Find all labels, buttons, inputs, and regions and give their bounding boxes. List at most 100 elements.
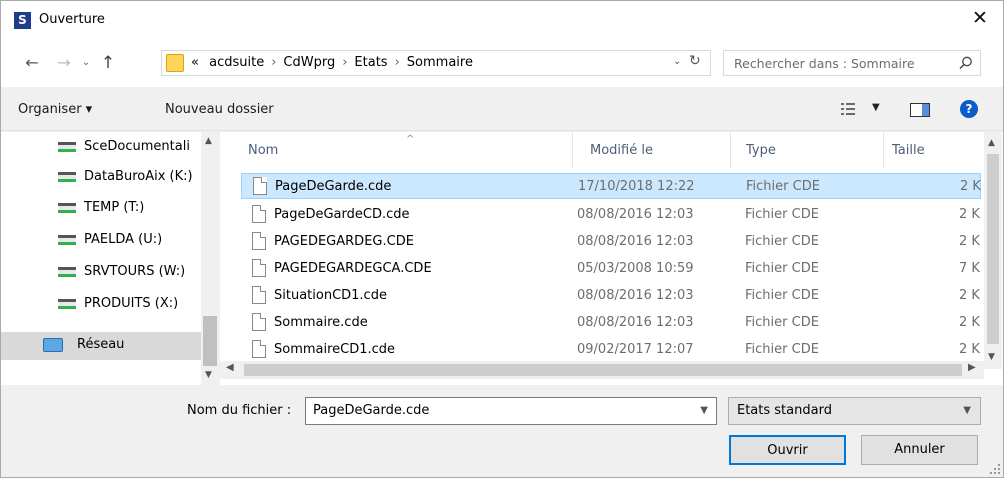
recent-locations-chevron-icon[interactable]: ⌄ (79, 53, 93, 73)
scroll-left-arrow-icon[interactable]: ◀ (226, 362, 234, 373)
file-type: Fichier CDE (745, 315, 819, 330)
chevron-down-icon[interactable]: ▼ (700, 405, 708, 416)
chevron-right-icon[interactable]: › (395, 55, 400, 70)
breadcrumb-overflow[interactable]: « (191, 55, 199, 70)
network-drive-icon (58, 267, 76, 277)
new-folder-button[interactable]: Nouveau dossier (165, 102, 274, 117)
sort-ascending-icon: ^ (406, 134, 415, 145)
filename-value: PageDeGarde.cde (313, 403, 430, 418)
column-divider (730, 132, 731, 168)
file-list-vertical-scrollbar[interactable]: ▲ ▼ (984, 132, 1002, 369)
file-name: PageDeGardeCD.cde (274, 207, 410, 222)
sidebar-item-databuroaix[interactable]: DataBuroAix (K:) (1, 164, 201, 192)
column-header-size[interactable]: Taille (892, 143, 925, 158)
column-header-row: ^ Nom Modifié le Type Taille (220, 132, 1003, 168)
sidebar-item-scedocumentali[interactable]: SceDocumentali (1, 134, 201, 162)
view-dropdown-icon[interactable]: ▼ (872, 102, 880, 113)
search-input[interactable]: Rechercher dans : Sommaire (723, 50, 981, 76)
filetype-value: Etats standard (737, 403, 832, 418)
forward-arrow-icon[interactable]: → (53, 53, 75, 73)
navigation-pane: SceDocumentali DataBuroAix (K:) TEMP (T:… (1, 132, 219, 385)
sidebar-item-temp[interactable]: TEMP (T:) (1, 195, 201, 223)
app-icon: S (14, 12, 31, 29)
preview-pane-icon[interactable] (910, 103, 930, 117)
refresh-icon[interactable]: ↻ (689, 53, 701, 69)
scroll-right-arrow-icon[interactable]: ▶ (968, 362, 976, 373)
file-name: Sommaire.cde (274, 315, 368, 330)
file-modified: 05/03/2008 10:59 (577, 261, 694, 276)
horizontal-scroll-thumb[interactable] (244, 364, 962, 376)
file-row[interactable]: PageDeGardeCD.cde 08/08/2016 12:03 Fichi… (241, 202, 981, 228)
back-arrow-icon[interactable]: ← (21, 53, 43, 73)
breadcrumb-item[interactable]: acdsuite (209, 55, 264, 70)
file-row[interactable]: PAGEDEGARDEG.CDE 08/08/2016 12:03 Fichie… (241, 229, 981, 255)
filename-field[interactable]: PageDeGarde.cde ▼ (305, 397, 717, 425)
column-header-modified[interactable]: Modifié le (590, 143, 653, 158)
search-icon[interactable] (958, 55, 974, 71)
file-modified: 08/08/2016 12:03 (577, 288, 694, 303)
sidebar-scrollbar[interactable]: ▲ ▼ (201, 132, 219, 385)
scroll-down-arrow-icon[interactable]: ▼ (205, 370, 212, 380)
file-icon (252, 232, 266, 250)
cancel-button[interactable]: Annuler (861, 435, 978, 465)
filename-label: Nom du fichier : (187, 403, 292, 418)
file-size: 2 K (960, 179, 981, 194)
chevron-down-icon[interactable]: ▼ (963, 405, 971, 416)
open-button[interactable]: Ouvrir (729, 435, 846, 465)
file-name: SommaireCD1.cde (274, 342, 396, 357)
file-row[interactable]: SommaireCD1.cde 09/02/2017 12:07 Fichier… (241, 337, 981, 363)
help-icon[interactable]: ? (960, 100, 978, 118)
scroll-up-arrow-icon[interactable]: ▲ (988, 138, 995, 148)
scroll-up-arrow-icon[interactable]: ▲ (205, 136, 212, 146)
file-size: 2 K (959, 288, 980, 303)
chevron-right-icon[interactable]: › (342, 55, 347, 70)
breadcrumb: « acdsuite › CdWprg › Etats › Sommaire (191, 55, 473, 70)
window-title: Ouverture (39, 12, 105, 27)
file-type: Fichier CDE (745, 342, 819, 357)
network-drive-icon (58, 142, 76, 152)
file-row[interactable]: SituationCD1.cde 08/08/2016 12:03 Fichie… (241, 283, 981, 309)
view-details-icon[interactable] (841, 103, 855, 115)
organize-menu[interactable]: Organiser ▾ (18, 102, 92, 117)
file-icon (252, 259, 266, 277)
breadcrumb-item[interactable]: Sommaire (407, 55, 473, 70)
chevron-down-icon[interactable]: ⌄ (673, 56, 681, 67)
file-size: 2 K (959, 315, 980, 330)
file-size: 2 K (959, 234, 980, 249)
vertical-scroll-thumb[interactable] (987, 154, 999, 344)
column-header-type[interactable]: Type (746, 143, 776, 158)
file-modified: 08/08/2016 12:03 (577, 207, 694, 222)
file-row[interactable]: Sommaire.cde 08/08/2016 12:03 Fichier CD… (241, 310, 981, 336)
column-header-name[interactable]: Nom (248, 143, 278, 158)
open-dialog: S Ouverture ✕ ← → ⌄ ↑ « acdsuite › CdWprg ›… (0, 0, 1004, 478)
network-drive-icon (58, 235, 76, 245)
breadcrumb-item[interactable]: Etats (354, 55, 387, 70)
file-size: 2 K (959, 207, 980, 222)
scroll-down-arrow-icon[interactable]: ▼ (988, 352, 995, 362)
file-list-horizontal-scrollbar[interactable]: ◀ ▶ (220, 361, 984, 379)
sidebar-item-srvtours[interactable]: SRVTOURS (W:) (1, 259, 201, 287)
sidebar-item-reseau[interactable]: Réseau (1, 332, 201, 360)
chevron-right-icon[interactable]: › (271, 55, 276, 70)
resize-grip-icon[interactable] (990, 464, 1000, 474)
filetype-select[interactable]: Etats standard ▼ (728, 397, 981, 425)
file-type: Fichier CDE (746, 179, 820, 194)
up-arrow-icon[interactable]: ↑ (99, 53, 117, 73)
sidebar-item-label: PAELDA (U:) (84, 232, 163, 247)
network-drive-icon (58, 299, 76, 309)
file-icon (252, 313, 266, 331)
breadcrumb-item[interactable]: CdWprg (283, 55, 335, 70)
file-row[interactable]: PageDeGarde.cde 17/10/2018 12:22 Fichier… (241, 173, 981, 199)
sidebar-item-paelda[interactable]: PAELDA (U:) (1, 227, 201, 255)
file-row[interactable]: PAGEDEGARDEGCA.CDE 05/03/2008 10:59 Fich… (241, 256, 981, 282)
sidebar-item-label: SceDocumentali (84, 139, 190, 154)
sidebar-item-label: DataBuroAix (K:) (84, 169, 193, 184)
close-button[interactable]: ✕ (957, 1, 1003, 33)
file-modified: 08/08/2016 12:03 (577, 234, 694, 249)
file-name: SituationCD1.cde (274, 288, 387, 303)
file-modified: 17/10/2018 12:22 (578, 179, 695, 194)
column-divider (883, 132, 884, 168)
sidebar-scroll-thumb[interactable] (203, 316, 217, 366)
sidebar-item-produits[interactable]: PRODUITS (X:) (1, 291, 201, 319)
address-bar[interactable]: « acdsuite › CdWprg › Etats › Sommaire ⌄ ↻ (161, 50, 711, 76)
